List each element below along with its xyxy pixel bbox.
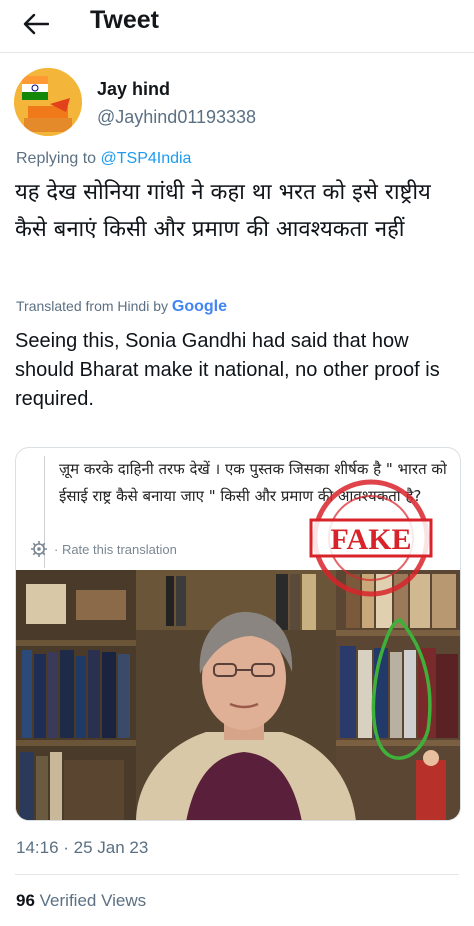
avatar-image — [14, 68, 82, 136]
media-image[interactable]: ज़ूम करके दाहिनी तरफ देखें । एक पुस्तक ज… — [15, 447, 461, 821]
translated-from-line: Translated from Hindi by Google — [16, 298, 227, 316]
replying-to-label: Replying to — [16, 150, 101, 167]
mention-link[interactable]: @TSP4India — [101, 150, 192, 167]
google-link[interactable]: Google — [172, 298, 227, 315]
page-title: Tweet — [90, 6, 159, 34]
rate-translation-row: · Rate this translation — [30, 540, 177, 558]
header-divider — [0, 52, 474, 53]
author-name[interactable]: Jay hind — [97, 79, 170, 100]
tweet-text-hindi: यह देख सोनिया गांधी ने कहा था भरत को इसे… — [15, 180, 431, 242]
views-count: 96 Verified Views — [16, 891, 146, 911]
top-bar: Tweet — [0, 0, 474, 48]
tweet-timestamp[interactable]: 14:16 · 25 Jan 23 — [16, 838, 148, 858]
back-button[interactable] — [18, 6, 54, 42]
replying-to: Replying to @TSP4India — [16, 150, 191, 168]
views-label: Verified Views — [34, 891, 147, 910]
rate-translation-label: · Rate this translation — [54, 541, 177, 557]
news-photo — [16, 570, 460, 820]
author-handle[interactable]: @Jayhind01193338 — [97, 107, 256, 128]
translated-label: Translated from Hindi by — [16, 298, 172, 314]
views-number: 96 — [16, 891, 35, 910]
divider — [15, 874, 459, 875]
arrow-left-icon — [23, 13, 49, 35]
gear-icon — [31, 541, 47, 557]
fake-stamp: FAKE — [309, 479, 433, 597]
fake-stamp-text: FAKE — [330, 523, 411, 556]
tweet-text-english: Seeing this, Sonia Gandhi had said that … — [15, 330, 440, 410]
avatar[interactable] — [14, 68, 82, 136]
